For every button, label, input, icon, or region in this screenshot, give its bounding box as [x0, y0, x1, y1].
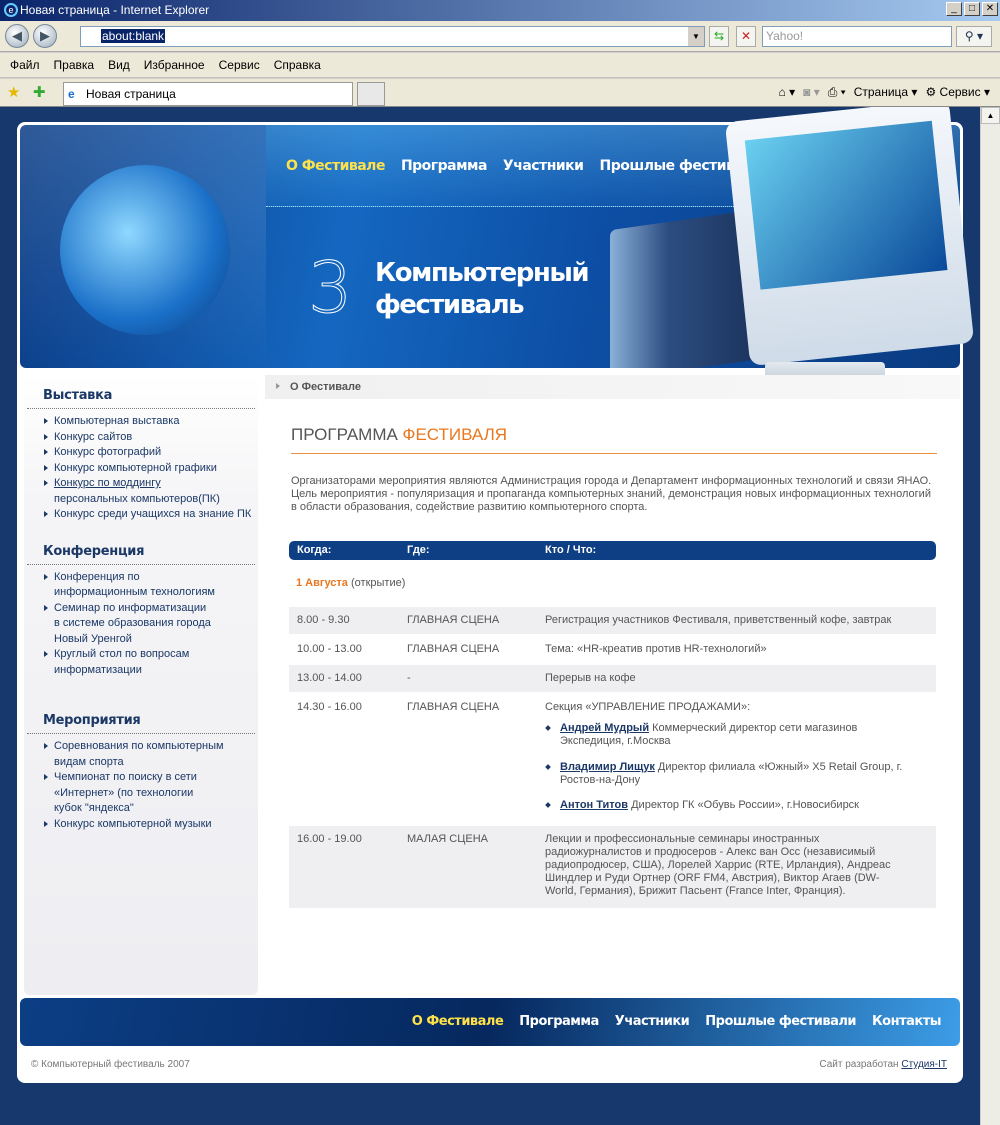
sidebar-link[interactable]: Конференция по информационным технология… — [43, 570, 227, 601]
sidebar-section-conference: Конференция Конференция по информационны… — [27, 531, 255, 679]
festival-title: Компьютерный фестиваль — [375, 258, 590, 320]
developer-credit: Сайт разработан Студия-IT — [819, 1059, 947, 1070]
address-toolbar: ◀ ▶ about:blank ▼ ⇆ ✕ Yahoo! ⚲ ▾ — [0, 21, 1000, 52]
window-title-bar: e Новая страница - Internet Explorer _ □ ✕ — [0, 0, 1000, 21]
footer-bar: О Фестивале Программа Участники Прошлые … — [20, 998, 960, 1046]
footer-nav-program[interactable]: Программа — [519, 1014, 599, 1029]
copyright: © Компьютерный фестиваль 2007 — [31, 1059, 190, 1070]
home-icon[interactable]: ⌂ ▾ — [779, 85, 796, 100]
sidebar: Выставка Компьютерная выставка Конкурс с… — [24, 375, 258, 995]
speaker-item: Андрей Мудрый Коммерческий директор сети… — [545, 722, 916, 748]
print-icon[interactable]: ⎙ ▾ — [828, 85, 846, 100]
sidebar-link[interactable]: Компьютерная выставка — [43, 414, 255, 430]
nav-program[interactable]: Программа — [401, 158, 487, 174]
festival-number: 3 — [308, 247, 354, 329]
new-tab-button[interactable] — [357, 82, 385, 106]
sidebar-link[interactable]: Конкурс компьютерной музыки — [43, 817, 227, 833]
monitor-image — [724, 107, 975, 367]
search-button[interactable]: ⚲ ▾ — [956, 26, 992, 47]
menu-bar: Файл Правка Вид Избранное Сервис Справка — [0, 53, 1000, 78]
section-title: Конференция — [27, 531, 255, 565]
sidebar-section-events: Мероприятия Соревнования по компьютерным… — [27, 700, 255, 832]
sidebar-link[interactable]: Конкурс среди учащихся на знание ПК — [43, 507, 255, 523]
speaker-item: Владимир Лищук Директор филиала «Южный» … — [545, 761, 916, 787]
table-row: 14.30 - 16.00 ГЛАВНАЯ СЦЕНА Секция «УПРАВ… — [289, 694, 936, 826]
sidebar-section-exhibition: Выставка Компьютерная выставка Конкурс с… — [27, 375, 255, 523]
sidebar-link[interactable]: Конкурс компьютерной графики — [43, 461, 255, 477]
address-input[interactable]: about:blank ▼ — [80, 26, 705, 47]
tools-menu[interactable]: ⚙ Сервис ▾ — [925, 85, 990, 100]
tab-bar: ★ ✚ e Новая страница ⌂ ▾ ◙ ▾ ⎙ ▾ Страница… — [0, 79, 1000, 107]
speaker-link[interactable]: Андрей Мудрый — [560, 722, 649, 734]
nav-participants[interactable]: Участники — [503, 158, 584, 174]
footer-nav-contacts[interactable]: Контакты — [872, 1014, 941, 1029]
footer-navigation: О Фестивале Программа Участники Прошлые … — [412, 1014, 942, 1029]
table-row: 8.00 - 9.30 ГЛАВНАЯ СЦЕНА Регистрация учас… — [289, 607, 936, 634]
footer-nav-past-festivals[interactable]: Прошлые фестивали — [705, 1014, 856, 1029]
sidebar-link[interactable]: Семинар по информатизации в системе обра… — [43, 601, 213, 648]
page-menu[interactable]: Страница ▾ — [854, 85, 918, 100]
sidebar-link[interactable]: Конкурс сайтов — [43, 430, 255, 446]
scroll-up-button[interactable]: ▲ — [981, 107, 1000, 124]
main-content: О Фестивале ПРОГРАММА ФЕСТИВАЛЯ Организа… — [265, 375, 960, 908]
menu-view[interactable]: Вид — [108, 53, 130, 77]
footer-nav-about[interactable]: О Фестивале — [412, 1014, 504, 1029]
stop-button[interactable]: ✕ — [736, 26, 756, 47]
table-row: 10.00 - 13.00 ГЛАВНАЯ СЦЕНА Тема: «HR-креа… — [297, 643, 767, 655]
menu-file[interactable]: Файл — [10, 53, 40, 77]
section-title: Мероприятия — [27, 700, 255, 734]
sidebar-link[interactable]: Чемпионат по поиску в сети «Интернет» (п… — [43, 770, 208, 817]
menu-tools[interactable]: Сервис — [219, 53, 260, 77]
search-input[interactable]: Yahoo! — [762, 26, 952, 47]
table-row: 13.00 - 14.00- Перерыв на кофе — [289, 665, 936, 692]
intro-text: Организаторами мероприятия являются Адми… — [291, 475, 932, 513]
ie-logo-icon: e — [4, 3, 18, 17]
menu-favorites[interactable]: Избранное — [144, 53, 205, 77]
feeds-icon[interactable]: ◙ ▾ — [803, 85, 820, 100]
page-viewport: О Фестивале Программа Участники Прошлые … — [0, 107, 980, 1125]
ie-page-icon: e — [68, 87, 75, 101]
nav-about[interactable]: О Фестивале — [286, 158, 385, 174]
speakers-list: Андрей Мудрый Коммерческий директор сети… — [545, 714, 916, 812]
tab-new-page[interactable]: e Новая страница — [63, 82, 353, 106]
footer-nav-participants[interactable]: Участники — [615, 1014, 690, 1029]
table-row: 16.00 - 19.00 МАЛАЯ СЦЕНА Лекции и професс… — [289, 826, 936, 908]
back-button[interactable]: ◀ — [5, 24, 29, 48]
menu-help[interactable]: Справка — [274, 53, 321, 77]
maximize-button[interactable]: □ — [964, 2, 980, 16]
page-title: ПРОГРАММА ФЕСТИВАЛЯ — [291, 425, 937, 454]
date-row: 1 Августа (открытие) — [296, 577, 406, 589]
developer-link[interactable]: Студия-IT — [901, 1059, 947, 1070]
minimize-button[interactable]: _ — [946, 2, 962, 16]
window-title: Новая страница - Internet Explorer — [20, 3, 210, 17]
add-favorite-icon[interactable]: ✚ — [33, 83, 46, 101]
forward-button[interactable]: ▶ — [33, 24, 57, 48]
menu-edit[interactable]: Правка — [54, 53, 95, 77]
globe-logo-image — [60, 165, 230, 335]
speaker-link[interactable]: Антон Титов — [560, 799, 628, 811]
vertical-scrollbar[interactable]: ▲ — [980, 107, 1000, 1125]
address-dropdown-icon[interactable]: ▼ — [688, 27, 704, 46]
program-table: Когда: Где: Кто / Что: 1 Августа (открытие… — [289, 541, 936, 908]
computer-tower-image — [610, 209, 755, 368]
close-button[interactable]: ✕ — [982, 2, 998, 16]
favorites-star-icon[interactable]: ★ — [7, 83, 20, 101]
site-container: О Фестивале Программа Участники Прошлые … — [17, 107, 975, 1083]
refresh-button[interactable]: ⇆ — [709, 26, 729, 47]
speaker-link[interactable]: Владимир Лищук — [560, 761, 655, 773]
sidebar-link[interactable]: Круглый стол по вопросам информатизации — [43, 647, 193, 678]
breadcrumb[interactable]: О Фестивале — [265, 375, 960, 399]
sidebar-link-modding[interactable]: Конкурс по моддингу персональных компьюте… — [43, 476, 255, 507]
sidebar-link[interactable]: Конкурс фотографий — [43, 445, 255, 461]
table-header: Когда: Где: Кто / Что: — [289, 541, 936, 560]
section-title: Выставка — [27, 375, 255, 409]
sidebar-link[interactable]: Соревнования по компьютерным видам спорт… — [43, 739, 227, 770]
speaker-item: Антон Титов Директор ГК «Обувь России», … — [545, 799, 916, 812]
